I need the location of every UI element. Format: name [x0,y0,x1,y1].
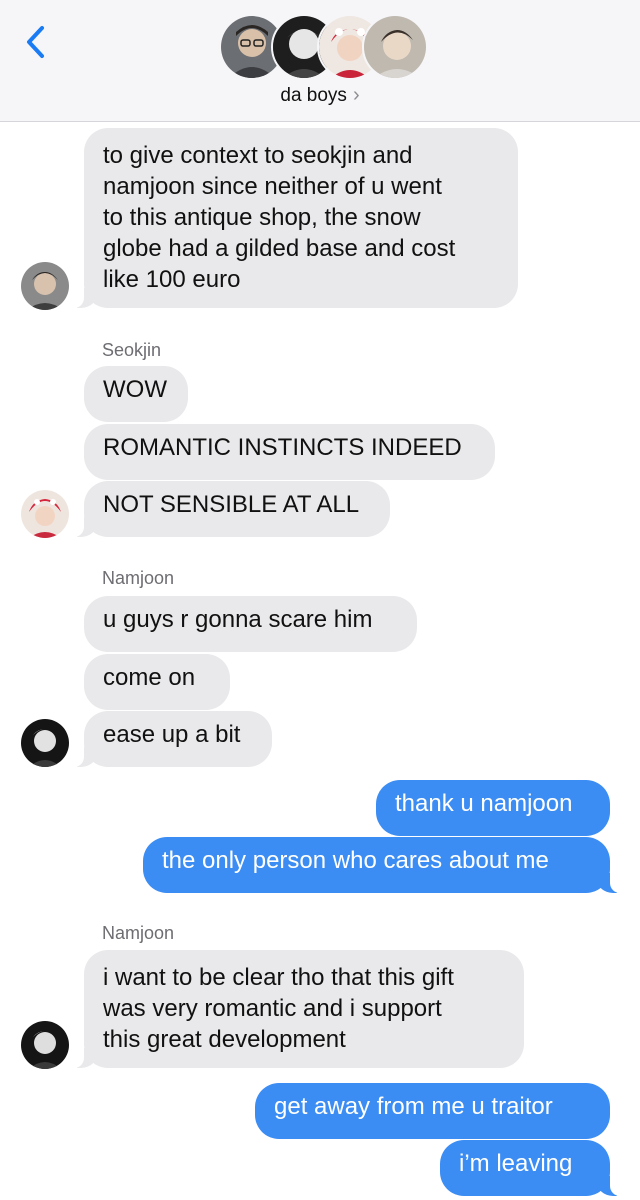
message-text: WOW [103,376,167,403]
message-text: the only person who cares about me [162,847,549,874]
incoming-message[interactable]: WOW [84,366,188,422]
group-avatars[interactable] [219,14,428,80]
message-text: u guys r gonna scare him [103,606,373,633]
sender-name: Namjoon [102,568,175,588]
sender-name: Namjoon [102,923,175,943]
incoming-message[interactable]: NOT SENSIBLE AT ALL [64,481,390,537]
message-text: get away from me u traitor [274,1093,553,1120]
outgoing-message[interactable]: the only person who cares about me [143,837,630,893]
incoming-message[interactable]: ease up a bit [64,711,272,767]
message-text: ease up a bit [103,721,241,748]
incoming-message[interactable]: ROMANTIC INSTINCTS INDEED [84,424,495,480]
avatar[interactable] [21,719,69,767]
avatar[interactable] [21,490,69,538]
group-name: da boys [280,85,347,106]
conversation-header: da boys › [0,0,640,122]
message-text: i’m leaving [459,1150,573,1177]
avatar[interactable] [21,1021,69,1069]
outgoing-message[interactable]: get away from me u traitor [255,1083,610,1139]
message-text: thank u namjoon [395,790,573,817]
incoming-message[interactable]: u guys r gonna scare him [84,596,417,652]
chevron-right-icon: › [352,84,360,106]
chevron-left-icon [27,26,44,58]
sender-name: Seokjin [102,340,162,360]
message-text: come on [103,664,196,691]
incoming-message[interactable]: to give context to seokjin and namjoon s… [64,128,518,308]
back-button[interactable] [22,22,52,62]
avatar [362,14,428,80]
incoming-message[interactable]: come on [84,654,230,710]
message-text: ROMANTIC INSTINCTS INDEED [103,434,462,461]
message-text: to give context to seokjin and namjoon s… [103,142,456,293]
group-name-link[interactable]: da boys › [0,84,640,107]
avatar[interactable] [21,262,69,310]
message-text: NOT SENSIBLE AT ALL [103,491,360,518]
message-text: i want to be clear tho that this gift wa… [103,964,454,1053]
outgoing-message[interactable]: thank u namjoon [376,780,610,836]
incoming-message[interactable]: i want to be clear tho that this gift wa… [64,950,524,1068]
outgoing-message[interactable]: i’m leaving [440,1140,630,1196]
